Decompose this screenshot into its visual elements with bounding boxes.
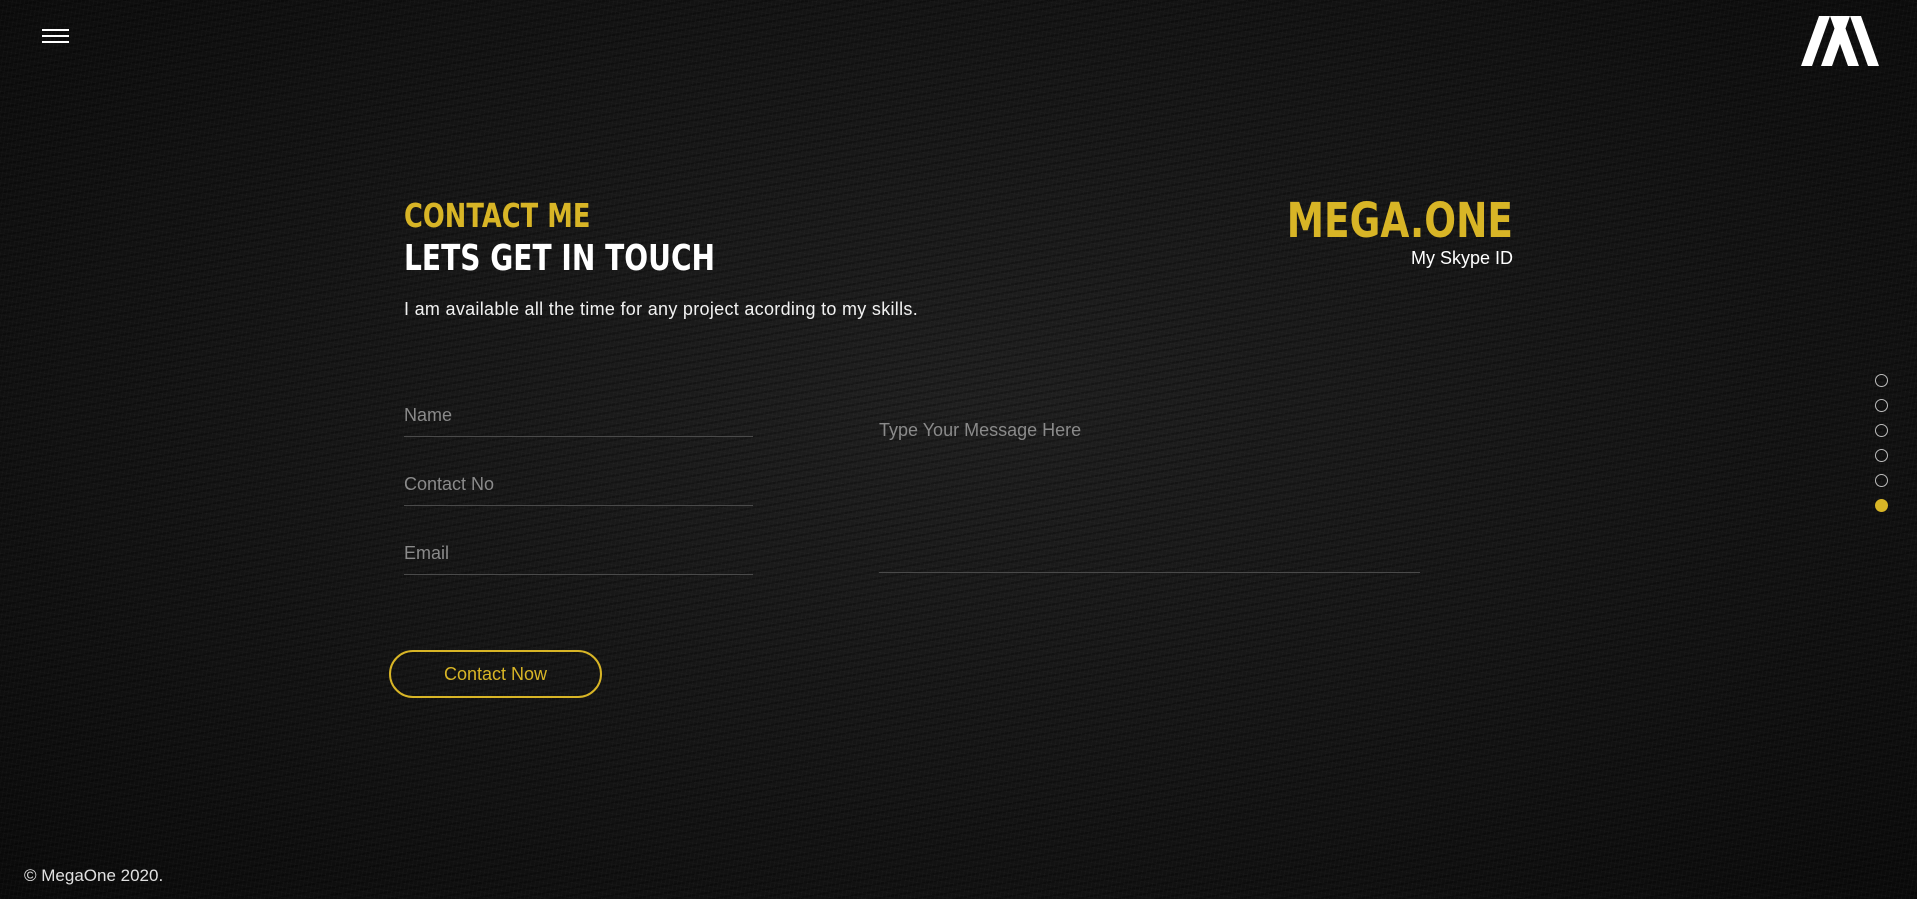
hamburger-icon[interactable] bbox=[42, 29, 69, 45]
name-field[interactable] bbox=[404, 405, 753, 437]
contact-now-button[interactable]: Contact Now bbox=[389, 650, 602, 698]
section-lead: I am available all the time for any proj… bbox=[404, 299, 919, 319]
section-dot[interactable] bbox=[1875, 474, 1888, 487]
copyright-text: © MegaOne 2020. bbox=[24, 866, 164, 885]
megaone-logo-icon[interactable] bbox=[1801, 16, 1881, 66]
section-dot-active[interactable] bbox=[1875, 499, 1888, 512]
section-title: LETS GET IN TOUCH bbox=[404, 238, 716, 279]
section-eyebrow: CONTACT ME bbox=[404, 196, 591, 235]
section-dot[interactable] bbox=[1875, 399, 1888, 412]
section-dot[interactable] bbox=[1875, 424, 1888, 437]
section-dot[interactable] bbox=[1875, 449, 1888, 462]
skype-id-label: My Skype ID bbox=[1410, 248, 1513, 269]
message-field[interactable] bbox=[879, 420, 1420, 573]
brand-name: MEGA.ONE bbox=[1286, 193, 1513, 249]
contact-no-field[interactable] bbox=[404, 474, 753, 506]
contact-page: CONTACT ME LETS GET IN TOUCH I am availa… bbox=[0, 0, 1917, 899]
email-field[interactable] bbox=[404, 543, 753, 575]
section-nav-dots bbox=[1875, 374, 1892, 524]
section-dot[interactable] bbox=[1875, 374, 1888, 387]
brand-block: MEGA.ONE My Skype ID bbox=[1223, 196, 1513, 269]
